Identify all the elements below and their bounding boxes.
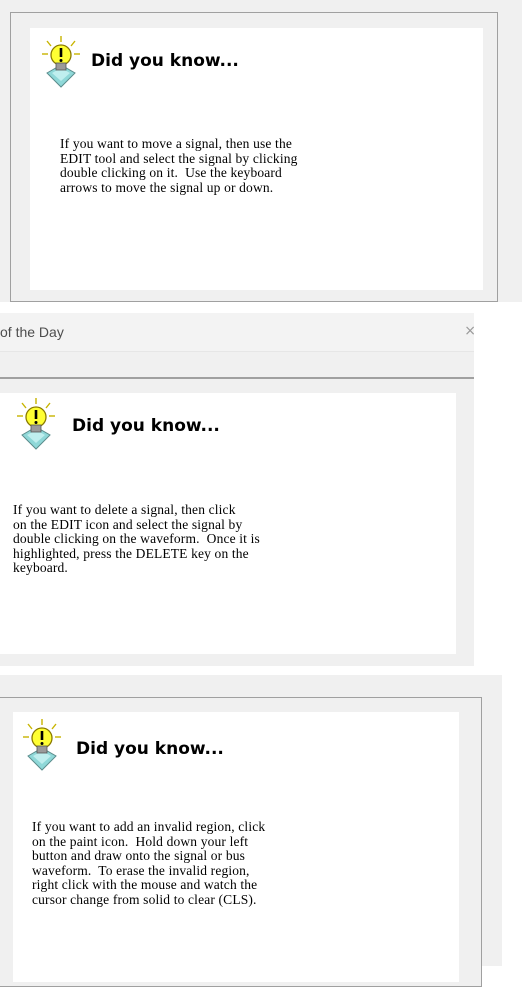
tip-dialog-2: of the Day × Did you know... If you want… — [0, 313, 476, 666]
lightbulb-icon — [23, 719, 61, 771]
window-title: of the Day — [0, 324, 64, 340]
tip-body: If you want to delete a signal, then cli… — [13, 502, 260, 576]
tip-frame-1: Did you know... If you want to move a si… — [10, 12, 498, 302]
tip-body: If you want to move a signal, then use t… — [60, 136, 298, 195]
window-titlebar[interactable]: of the Day × — [0, 313, 476, 352]
tip-dialog-3: Did you know... If you want to add an in… — [0, 675, 502, 987]
tip-content-3: Did you know... If you want to add an in… — [13, 712, 459, 982]
tip-content-2: Did you know... If you want to delete a … — [0, 393, 456, 654]
lightbulb-icon — [42, 36, 80, 88]
tip-title: Did you know... — [72, 416, 220, 436]
tip-frame-2-topline — [0, 377, 474, 379]
tip-dialog-1: Did you know... If you want to move a si… — [0, 0, 522, 302]
tip-frame-3: Did you know... If you want to add an in… — [0, 697, 482, 987]
tip-title: Did you know... — [76, 739, 224, 759]
tip-body: If you want to add an invalid region, cl… — [32, 819, 266, 907]
lightbulb-icon — [17, 398, 55, 450]
tip-content-1: Did you know... If you want to move a si… — [30, 28, 483, 290]
close-icon[interactable]: × — [464, 323, 476, 339]
tip-title: Did you know... — [91, 51, 239, 71]
